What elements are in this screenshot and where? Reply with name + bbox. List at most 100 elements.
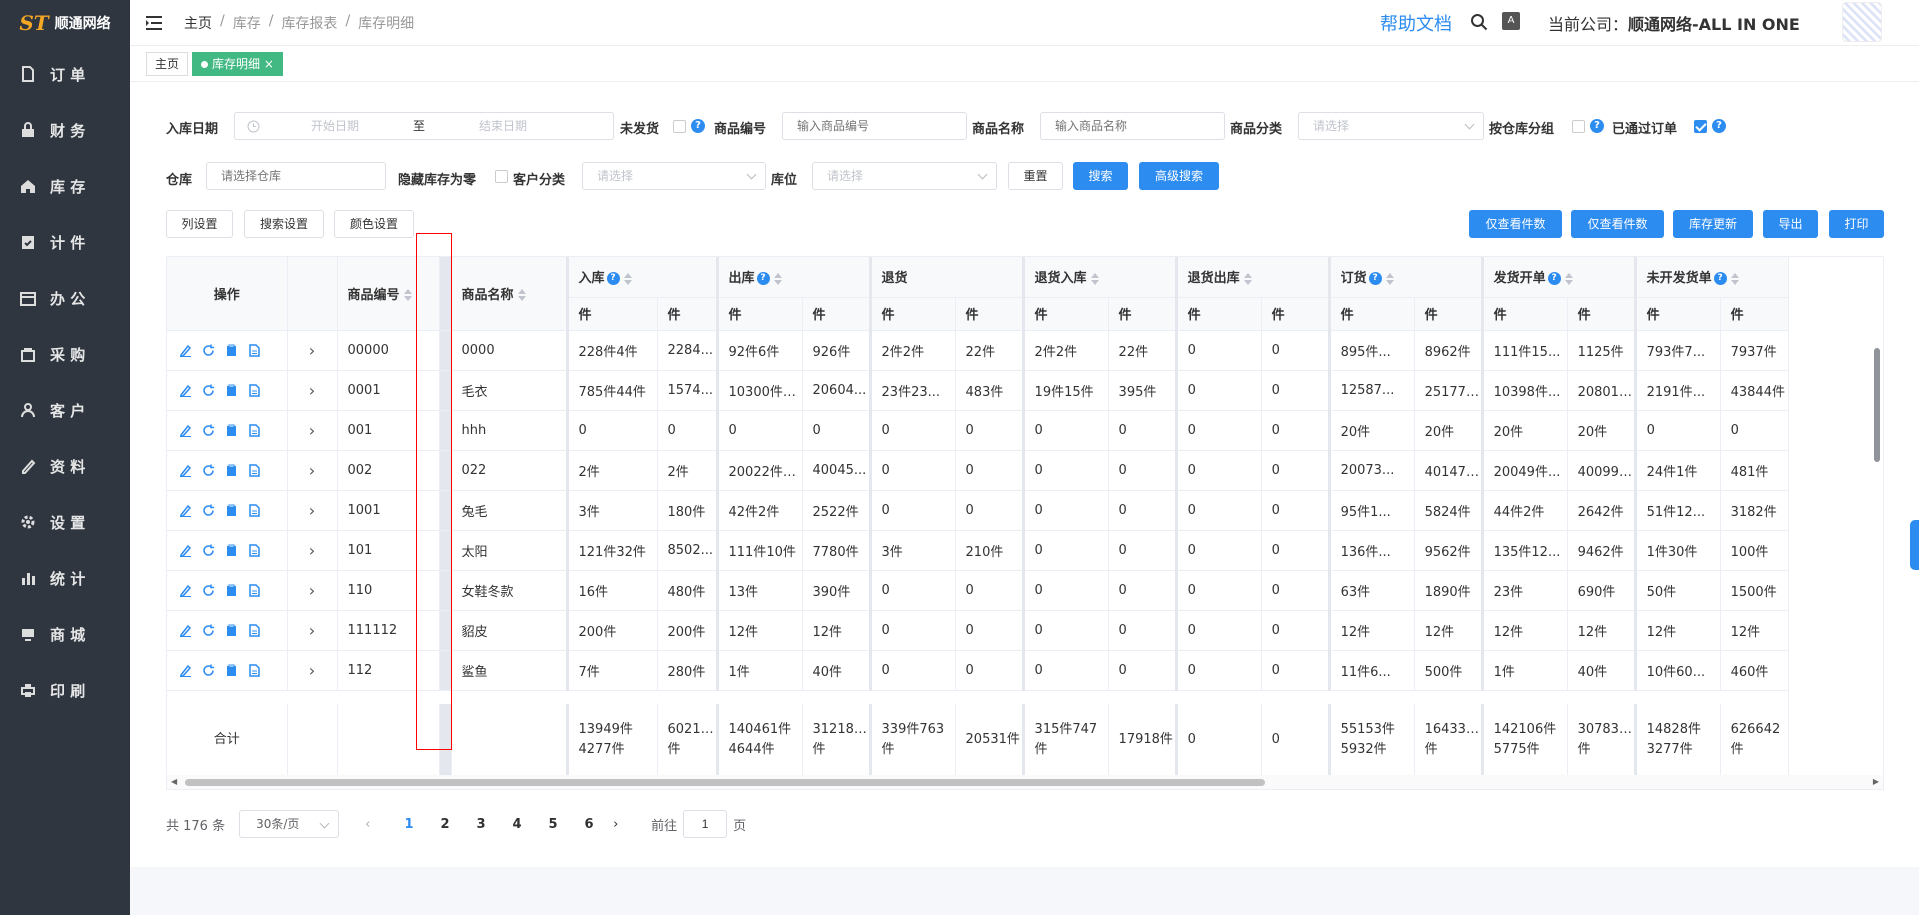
document-icon[interactable] — [248, 343, 261, 357]
expand-row-icon[interactable]: › — [287, 330, 338, 371]
table-row[interactable]: › 101 太阳 121件32件 8502... 111件10件 7780件 3件 210件 0 0… — [167, 530, 1789, 571]
clipboard-icon[interactable] — [225, 544, 238, 557]
document-icon[interactable] — [248, 463, 261, 477]
help-docs-link[interactable]: 帮助文档 — [1380, 10, 1452, 36]
col-group[interactable]: 退货 — [868, 257, 1024, 298]
reset-button[interactable]: 重置 — [1008, 162, 1063, 190]
clipboard-icon[interactable] — [225, 344, 238, 357]
clipboard-icon[interactable] — [225, 384, 238, 397]
edit-icon[interactable] — [179, 384, 192, 397]
refresh-icon[interactable] — [202, 424, 215, 437]
goto-page-input[interactable] — [683, 810, 728, 838]
font-size-icon[interactable]: A — [1502, 12, 1520, 30]
color-settings-button[interactable]: 颜色设置 — [334, 210, 414, 238]
product-name-input[interactable] — [1040, 112, 1225, 140]
side-drawer-handle[interactable] — [1910, 520, 1919, 570]
hide-zero-checkbox[interactable] — [495, 170, 508, 183]
sidebar-item[interactable]: 客 户 — [0, 382, 130, 438]
category-select[interactable]: 请选择 — [1298, 112, 1484, 140]
col-group[interactable]: 退货出库 — [1174, 257, 1330, 298]
location-select[interactable]: 请选择 — [812, 162, 997, 190]
table-row[interactable]: › 001 hhh 0 0 0 0 0 0 0 0 0 0 20件 20件 20件 20件 0 0 — [167, 410, 1789, 451]
product-code-input[interactable] — [782, 112, 967, 140]
horizontal-scrollbar[interactable]: ◀ ▶ — [167, 775, 1883, 789]
refresh-icon[interactable] — [202, 544, 215, 557]
edit-icon[interactable] — [179, 584, 192, 597]
print-button[interactable]: 打印 — [1829, 210, 1884, 238]
sidebar-item[interactable]: 设 置 — [0, 494, 130, 550]
document-icon[interactable] — [248, 503, 261, 517]
col-product-name[interactable]: 商品名称 — [451, 257, 568, 331]
clipboard-icon[interactable] — [225, 624, 238, 637]
vertical-scrollbar[interactable] — [1872, 340, 1882, 704]
edit-icon[interactable] — [179, 504, 192, 517]
unshipped-checkbox[interactable] — [673, 120, 686, 133]
table-row[interactable]: ›0001毛衣785件44件1574...10300件42...20604...… — [167, 370, 1789, 411]
edit-icon[interactable] — [179, 664, 192, 677]
refresh-icon[interactable] — [202, 384, 215, 397]
sidebar-item[interactable]: 订 单 — [0, 46, 130, 102]
table-row[interactable]: › 1001 兔毛 3件 180件 42件2件 2522件 0 0 0 0 0 0 95件1... 5824… — [167, 490, 1789, 531]
search-icon[interactable] — [1470, 13, 1488, 31]
col-group[interactable]: 退货入库 — [1021, 257, 1177, 298]
col-group[interactable]: 订货? — [1327, 257, 1483, 298]
search-settings-button[interactable]: 搜索设置 — [244, 210, 324, 238]
breadcrumb-item[interactable]: 库存 — [233, 13, 261, 33]
edit-icon[interactable] — [179, 344, 192, 357]
page-number[interactable]: 2 — [427, 817, 463, 832]
sidebar-item[interactable]: 商 城 — [0, 606, 130, 662]
page-number[interactable]: 5 — [535, 817, 571, 832]
tag-stock-detail[interactable]: 库存明细 × — [192, 52, 283, 76]
page-number[interactable]: 1 — [391, 817, 427, 832]
clipboard-icon[interactable] — [225, 664, 238, 677]
view-pieces-button[interactable]: 仅查看件数 — [1469, 210, 1562, 238]
edit-icon[interactable] — [179, 624, 192, 637]
sidebar-item[interactable]: 统 计 — [0, 550, 130, 606]
edit-icon[interactable] — [179, 544, 192, 557]
expand-row-icon[interactable]: › — [287, 370, 338, 411]
menu-toggle-icon[interactable] — [146, 15, 164, 31]
prev-page-button[interactable]: ‹ — [365, 817, 391, 832]
expand-row-icon[interactable]: › — [287, 650, 338, 691]
help-icon[interactable]: ? — [691, 119, 705, 133]
expand-row-icon[interactable]: › — [287, 530, 338, 571]
next-page-button[interactable]: › — [613, 817, 639, 832]
date-range-picker[interactable]: 开始日期 至 结束日期 — [234, 112, 614, 140]
group-by-warehouse-checkbox[interactable] — [1572, 120, 1585, 133]
sidebar-item[interactable]: 采 购 — [0, 326, 130, 382]
table-row[interactable]: › 00000 0000 228件4件 2284... 92件6件 926件 2件2件 22件 2… — [167, 330, 1789, 371]
refresh-icon[interactable] — [202, 464, 215, 477]
edit-icon[interactable] — [179, 464, 192, 477]
document-icon[interactable] — [248, 543, 261, 557]
sidebar-item[interactable]: 办 公 — [0, 270, 130, 326]
advanced-search-button[interactable]: 高级搜索 — [1139, 162, 1219, 190]
tag-home[interactable]: 主页 — [146, 52, 189, 76]
document-icon[interactable] — [248, 383, 261, 397]
sidebar-item[interactable]: 资 料 — [0, 438, 130, 494]
refresh-icon[interactable] — [202, 624, 215, 637]
expand-row-icon[interactable]: › — [287, 490, 338, 531]
refresh-icon[interactable] — [202, 584, 215, 597]
refresh-icon[interactable] — [202, 344, 215, 357]
col-group[interactable]: 发货开单? — [1480, 257, 1636, 298]
clipboard-icon[interactable] — [225, 504, 238, 517]
help-icon[interactable]: ? — [1590, 119, 1604, 133]
help-icon[interactable]: ? — [1712, 119, 1726, 133]
clipboard-icon[interactable] — [225, 424, 238, 437]
expand-row-icon[interactable]: › — [287, 450, 338, 491]
export-button[interactable]: 导出 — [1763, 210, 1818, 238]
col-group[interactable]: 出库? — [715, 257, 871, 298]
refresh-icon[interactable] — [202, 664, 215, 677]
refresh-icon[interactable] — [202, 504, 215, 517]
column-settings-button[interactable]: 列设置 — [166, 210, 233, 238]
sidebar-item[interactable]: 库 存 — [0, 158, 130, 214]
table-row[interactable]: ›0020222件2件20022件11...40045...0000002007… — [167, 450, 1789, 491]
clipboard-icon[interactable] — [225, 464, 238, 477]
avatar[interactable] — [1842, 2, 1882, 42]
document-icon[interactable] — [248, 663, 261, 677]
page-number[interactable]: 3 — [463, 817, 499, 832]
sidebar-item[interactable]: 财 务 — [0, 102, 130, 158]
document-icon[interactable] — [248, 623, 261, 637]
table-row[interactable]: › 110 女鞋冬款 16件 480件 13件 390件 0 0 0 0 0 0 63件 1890件 23件 6… — [167, 570, 1789, 611]
document-icon[interactable] — [248, 423, 261, 437]
